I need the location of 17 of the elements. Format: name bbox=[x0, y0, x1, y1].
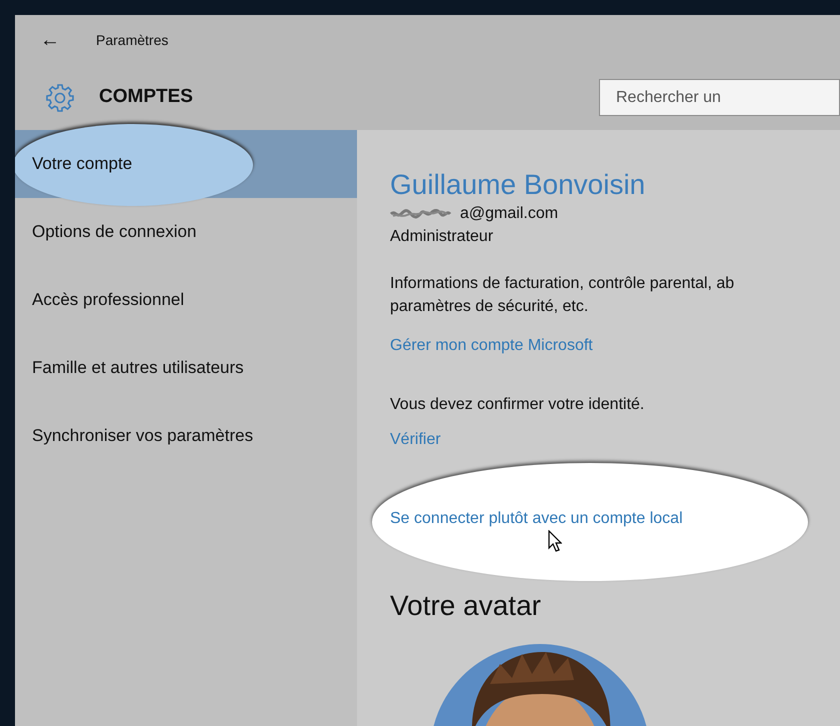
local-account-link[interactable]: Se connecter plutôt avec un compte local bbox=[390, 510, 683, 527]
section-title: COMPTES bbox=[99, 85, 193, 110]
sidebar-item[interactable]: Famille et autres utilisateurs bbox=[32, 355, 244, 381]
avatar-heading: Votre avatar bbox=[390, 588, 542, 622]
sidebar-item[interactable]: Synchroniser vos paramètres bbox=[32, 423, 254, 449]
account-role: Administrateur bbox=[390, 226, 494, 247]
sidebar-item[interactable]: Votre compte bbox=[32, 151, 132, 177]
window-title: Paramètres bbox=[96, 30, 168, 50]
sidebar-item[interactable]: Accès professionnel bbox=[32, 287, 184, 313]
settings-icon bbox=[45, 82, 75, 112]
verify-text: Vous devez confirmer votre identité. bbox=[390, 394, 646, 415]
sidebar-item[interactable]: Options de connexion bbox=[32, 219, 196, 245]
info-text: Informations de facturation, contrôle parental, ab paramètres de sécurité, etc. bbox=[390, 274, 736, 317]
user-name: Guillaume Bonvoisin bbox=[390, 168, 646, 202]
email-address: a@gmail.com bbox=[460, 204, 558, 224]
search-field[interactable]: Rechercher un bbox=[599, 79, 840, 116]
back-button[interactable]: ← bbox=[40, 30, 60, 50]
